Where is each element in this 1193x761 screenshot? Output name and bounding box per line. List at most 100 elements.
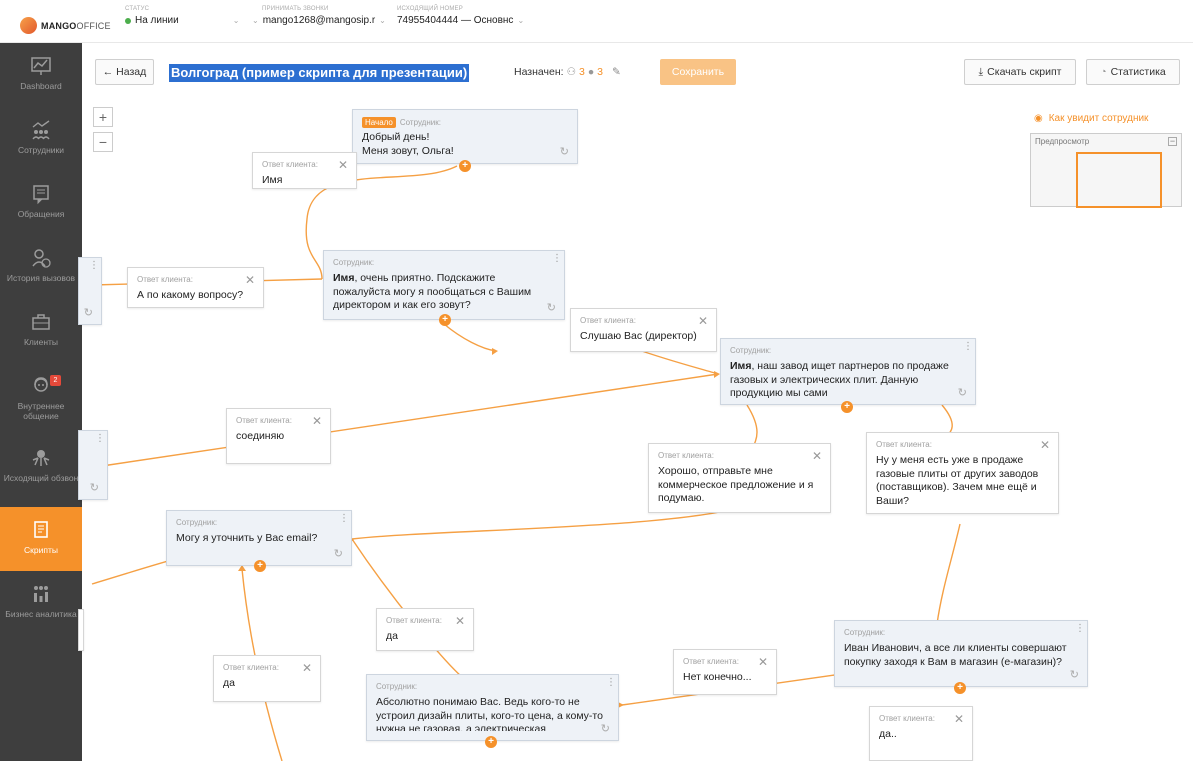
script-node-ivan[interactable]: Сотрудник: Иван Иванович, а все ли клиен… [834, 620, 1088, 687]
more-menu-icon[interactable]: ⋮ [339, 514, 349, 524]
close-icon[interactable]: ✕ [812, 449, 822, 463]
add-node-icon[interactable]: + [459, 160, 471, 172]
script-title-input[interactable]: Волгоград (пример скрипта для презентаци… [169, 64, 470, 82]
close-icon[interactable]: ✕ [245, 273, 255, 287]
sidebar-item-analytics[interactable]: Бизнес аналитика [0, 571, 82, 635]
user-icon: ● [587, 66, 595, 78]
node-text: Ну у меня есть уже в продаже газовые пли… [876, 454, 1039, 507]
call-history-icon [32, 249, 51, 268]
chevron-down-icon: ⌄ [252, 16, 259, 25]
eye-icon: ◉ [1034, 113, 1043, 124]
answer-node[interactable]: Ответ клиента: Нет конечно... ✕ [673, 649, 777, 695]
node-text: Имя, очень приятно. Подскажите пожалуйст… [333, 272, 532, 311]
preview-link[interactable]: ◉ Как увидит сотрудник [1034, 113, 1148, 124]
sidebar-item-dashboard[interactable]: Dashboard [0, 43, 82, 107]
link-arrow-icon[interactable]: ↻ [958, 386, 967, 399]
add-node-icon[interactable]: + [254, 560, 266, 572]
sidebar-item-call-history[interactable]: История вызовов [0, 235, 82, 299]
link-arrow-icon[interactable]: ↻ [84, 306, 93, 319]
sidebar-item-chat[interactable]: 2 Внутреннее общение [0, 363, 82, 427]
minimap-viewport[interactable] [1076, 152, 1162, 208]
save-button[interactable]: Сохранить [660, 59, 736, 85]
script-node-partial[interactable] [78, 609, 84, 651]
close-icon[interactable]: ✕ [1040, 438, 1050, 452]
close-icon[interactable]: ✕ [312, 414, 322, 428]
brand-logo[interactable]: MANGOOFFICE [20, 17, 111, 34]
script-node-partial[interactable]: ⋮ ↻ [78, 257, 102, 325]
add-node-icon[interactable]: + [954, 682, 966, 694]
sidebar-item-requests[interactable]: Обращения [0, 171, 82, 235]
script-node-partial[interactable]: ⋮ ↻ [78, 430, 108, 500]
close-icon[interactable]: ✕ [455, 614, 465, 628]
receive-calls-selector[interactable]: принимать звонки ⌄ mango1268@mangosip.r ⌄ [252, 6, 386, 26]
outgoing-number-selector[interactable]: исходящий номер 74955404444 — Основнс ⌄ [397, 6, 524, 26]
pie-chart-icon: ◔ [1100, 66, 1107, 78]
script-node-director[interactable]: Сотрудник: Имя, очень приятно. Подскажит… [323, 250, 565, 320]
script-node-partners[interactable]: Сотрудник: Имя, наш завод ищет партнеров… [720, 338, 976, 405]
answer-node[interactable]: Ответ клиента: да ✕ [376, 608, 474, 651]
link-arrow-icon[interactable]: ↻ [547, 301, 556, 314]
answer-node[interactable]: Ответ клиента: А по какому вопросу? ✕ [127, 267, 264, 308]
more-menu-icon[interactable]: ⋮ [89, 261, 99, 271]
close-icon[interactable]: ✕ [698, 314, 708, 328]
download-script-button[interactable]: ⤓ Скачать скрипт [964, 59, 1076, 85]
add-node-icon[interactable]: + [841, 401, 853, 413]
status-label: статус [125, 6, 150, 12]
brand-name-bold: MANGO [41, 20, 77, 31]
script-canvas[interactable]: + − Начало Сотрудник: Добрый день! Меня з… [78, 99, 1193, 761]
script-node-understand[interactable]: Сотрудник: Абсолютно понимаю Вас. Ведь к… [366, 674, 619, 741]
zoom-out-button[interactable]: − [93, 132, 113, 152]
answer-node[interactable]: Ответ клиента: да.. ✕ [869, 706, 973, 761]
sidebar-item-employees[interactable]: Сотрудники [0, 107, 82, 171]
add-node-icon[interactable]: + [485, 736, 497, 748]
minimap-preview[interactable]: Предпросмотр − [1030, 133, 1182, 208]
status-value: На линии [135, 15, 179, 26]
add-node-icon[interactable]: + [439, 314, 451, 326]
sidebar-item-clients[interactable]: Клиенты [0, 299, 82, 363]
answer-node[interactable]: Ответ клиента: соединяю ✕ [226, 408, 331, 464]
status-selector[interactable]: статус На линии ⌄ [125, 6, 239, 26]
download-icon: ⤓ [978, 65, 984, 78]
preview-title: Предпросмотр [1035, 137, 1090, 146]
answer-node[interactable]: Ответ клиента: Ну у меня есть уже в прод… [866, 432, 1059, 514]
assigned-users-count: 3 [597, 66, 604, 78]
link-arrow-icon[interactable]: ↻ [560, 145, 569, 158]
collapse-icon[interactable]: − [1168, 137, 1177, 146]
link-arrow-icon[interactable]: ↻ [601, 722, 610, 735]
close-icon[interactable]: ✕ [302, 661, 312, 675]
sidebar-item-label: Исходящий обзвон [3, 473, 79, 483]
node-text: Хорошо, отправьте мне коммерческое предл… [658, 465, 814, 504]
sidebar-item-label: Обращения [17, 209, 65, 219]
link-arrow-icon[interactable]: ↻ [1070, 668, 1079, 681]
chevron-down-icon: ⌄ [517, 16, 525, 25]
link-arrow-icon[interactable]: ↻ [90, 481, 99, 494]
script-node-email[interactable]: Сотрудник: Могу я уточнить у Вас email? … [166, 510, 352, 566]
more-menu-icon[interactable]: ⋮ [606, 678, 616, 688]
more-menu-icon[interactable]: ⋮ [1075, 624, 1085, 634]
node-text: Слушаю Вас (директор) [580, 330, 697, 342]
close-icon[interactable]: ✕ [954, 712, 964, 726]
script-node-start[interactable]: Начало Сотрудник: Добрый день! Меня зовут… [352, 109, 578, 164]
online-status-icon [125, 17, 131, 24]
more-menu-icon[interactable]: ⋮ [552, 254, 562, 264]
close-icon[interactable]: ✕ [758, 655, 768, 669]
answer-node[interactable]: Ответ клиента: да ✕ [213, 655, 321, 702]
pencil-icon[interactable]: ✎ [612, 66, 621, 78]
chat-icon [34, 377, 48, 392]
statistics-button[interactable]: ◔ Статистика [1086, 59, 1180, 85]
zoom-in-button[interactable]: + [93, 107, 113, 127]
back-button[interactable]: ← Назад [95, 59, 154, 85]
close-icon[interactable]: ✕ [338, 158, 348, 172]
link-arrow-icon[interactable]: ↻ [334, 547, 343, 560]
receive-calls-value: mango1268@mangosip.r [262, 15, 376, 26]
answer-node[interactable]: Ответ клиента: Хорошо, отправьте мне ком… [648, 443, 831, 513]
sidebar-item-dialer[interactable]: Исходящий обзвон [0, 435, 82, 499]
more-menu-icon[interactable]: ⋮ [95, 434, 105, 444]
group-icon: ⚇ [566, 66, 576, 78]
more-menu-icon[interactable]: ⋮ [963, 342, 973, 352]
answer-node[interactable]: Ответ клиента: Слушаю Вас (директор) ✕ [570, 308, 717, 352]
node-text: Иван Иванович, а все ли клиенты совершаю… [844, 642, 1067, 668]
sidebar-item-scripts[interactable]: Скрипты [0, 507, 82, 571]
assigned-info[interactable]: Назначен: ⚇ 3 ● 3 ✎ [514, 66, 621, 78]
answer-node[interactable]: Ответ клиента: Имя ✕ [252, 152, 357, 189]
